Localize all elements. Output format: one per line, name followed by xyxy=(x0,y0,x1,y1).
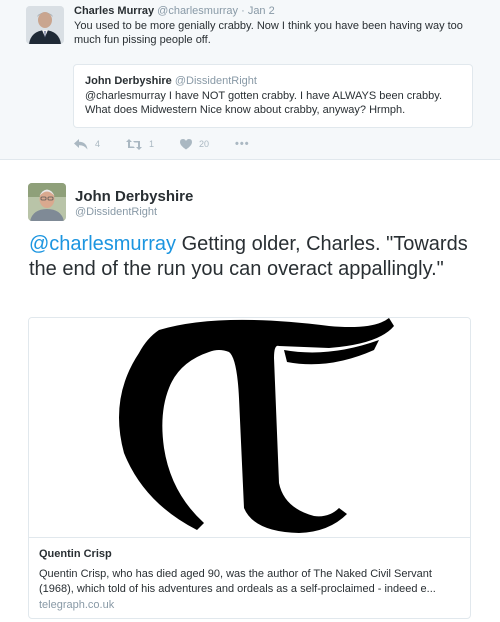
tweet-actions: 4 1 20 ••• xyxy=(74,137,250,151)
quoted-author-handle: @DissidentRight xyxy=(174,75,257,87)
reply-count: 4 xyxy=(95,139,101,149)
author-name[interactable]: Charles Murray xyxy=(74,5,154,17)
avatar-photo xyxy=(26,6,64,44)
heart-icon xyxy=(180,138,193,149)
parent-tweet-header: Charles Murray @charlesmurray · Jan 2 xyxy=(74,5,275,17)
link-card[interactable]: Quentin Crisp Quentin Crisp, who has die… xyxy=(28,317,471,619)
like-count: 20 xyxy=(199,139,210,149)
parent-tweet[interactable]: Charles Murray @charlesmurray · Jan 2 Yo… xyxy=(0,0,500,160)
card-image xyxy=(29,318,470,538)
author-handle[interactable]: @charlesmurray xyxy=(157,5,238,17)
separator: · xyxy=(241,5,245,17)
avatar[interactable] xyxy=(26,6,64,44)
quoted-tweet-text: @charlesmurray I have NOT gotten crabby.… xyxy=(85,90,443,116)
avatar-photo xyxy=(28,183,66,221)
reply-icon xyxy=(74,138,88,149)
quoted-tweet[interactable]: John Derbyshire @DissidentRight @charles… xyxy=(73,64,473,128)
author-handle[interactable]: @DissidentRight xyxy=(75,206,157,218)
telegraph-logo xyxy=(119,318,394,533)
tweet-date[interactable]: Jan 2 xyxy=(248,5,275,17)
card-description: Quentin Crisp, who has died aged 90, was… xyxy=(39,568,436,595)
avatar[interactable] xyxy=(28,183,66,221)
quoted-author-name: John Derbyshire xyxy=(85,75,172,87)
like-button[interactable]: 20 xyxy=(180,138,210,150)
reply-button[interactable]: 4 xyxy=(74,138,101,150)
tweet-text: @charlesmurray Getting older, Charles. "… xyxy=(29,232,479,282)
card-domain: telegraph.co.uk xyxy=(39,599,115,611)
tweet-text: You used to be more genially crabby. Now… xyxy=(74,20,463,46)
retweet-count: 1 xyxy=(149,139,155,149)
card-body: Quentin Crisp Quentin Crisp, who has die… xyxy=(39,548,462,611)
card-title: Quentin Crisp xyxy=(39,548,112,560)
retweet-icon xyxy=(126,138,143,150)
author-name[interactable]: John Derbyshire xyxy=(75,188,193,205)
quoted-tweet-header: John Derbyshire @DissidentRight xyxy=(85,74,461,88)
mention-link[interactable]: @charlesmurray xyxy=(29,233,176,255)
more-options-button[interactable]: ••• xyxy=(235,138,250,150)
retweet-button[interactable]: 1 xyxy=(126,138,155,150)
